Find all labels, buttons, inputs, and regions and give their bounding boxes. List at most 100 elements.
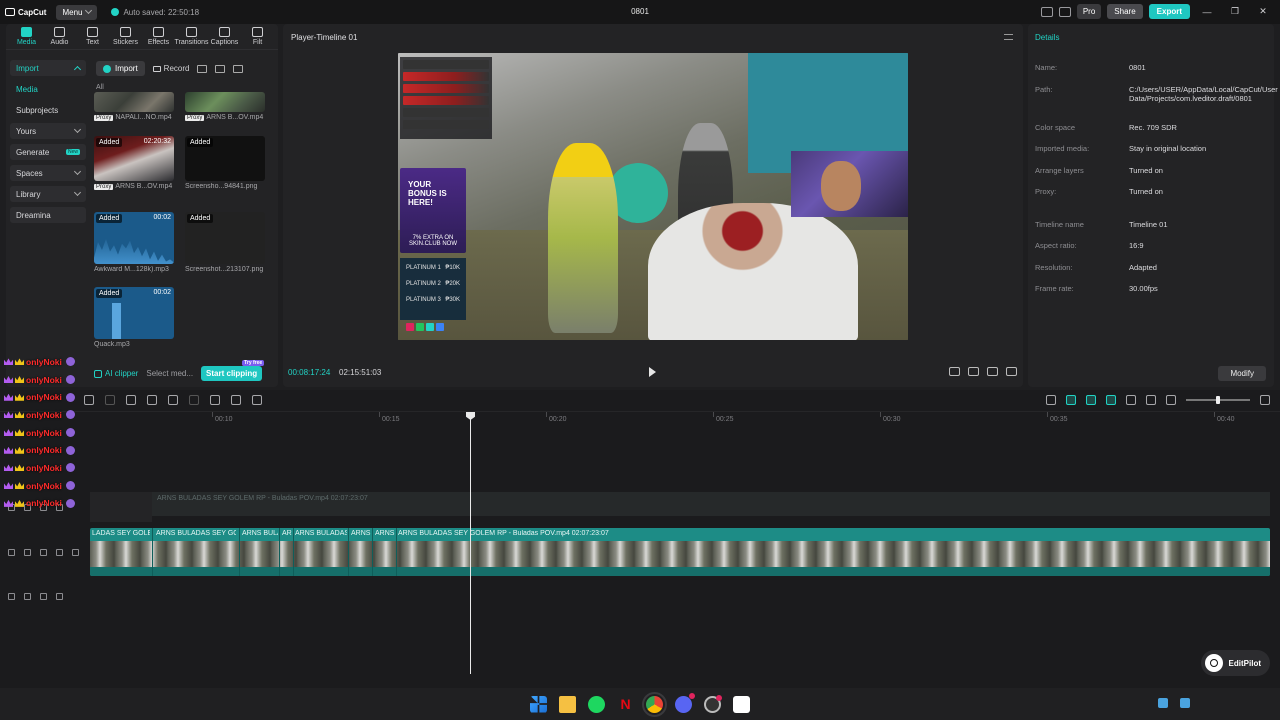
snap-icon[interactable] xyxy=(1086,395,1096,405)
redo-icon[interactable] xyxy=(105,395,115,405)
media-card[interactable]: Proxy ARNS B...OV.mp4 xyxy=(185,92,265,121)
editpilot-button[interactable]: EditPilot xyxy=(1200,650,1270,676)
discord-icon[interactable] xyxy=(675,692,695,713)
zoom-in-icon[interactable] xyxy=(1260,395,1270,405)
preview-axis-icon[interactable] xyxy=(1106,395,1116,405)
security-icon[interactable] xyxy=(1180,698,1190,708)
crop-icon[interactable] xyxy=(231,395,241,405)
netflix-icon[interactable]: N xyxy=(617,696,634,713)
filter-icon[interactable] xyxy=(233,64,244,73)
share-button[interactable]: Share xyxy=(1107,4,1143,19)
clip-cut[interactable] xyxy=(279,528,280,576)
shortcuts-icon[interactable] xyxy=(1058,6,1071,17)
player-menu-icon[interactable] xyxy=(1004,34,1013,40)
maximize-icon[interactable]: ❐ xyxy=(1224,6,1246,17)
media-card[interactable]: Added Screensho...94841.png xyxy=(185,136,265,190)
split-right-icon[interactable] xyxy=(168,395,178,405)
nav-dreamina[interactable]: Dreamina xyxy=(10,207,86,223)
filter-all-label[interactable]: All xyxy=(96,84,104,91)
more-icon[interactable] xyxy=(56,593,63,600)
export-button[interactable]: Export xyxy=(1148,4,1190,19)
menu-button[interactable]: Menu xyxy=(56,4,98,20)
video-preview[interactable]: YOUR BONUS IS HERE! 7% EXTRA ON SKIN.CLU… xyxy=(398,53,908,340)
media-card[interactable]: Added 00:02 Quack.mp3 xyxy=(94,287,174,348)
clip-cut[interactable] xyxy=(348,528,349,576)
tab-stickers[interactable]: Stickers xyxy=(109,27,142,49)
capcut-taskbar-icon[interactable] xyxy=(733,695,750,713)
microphone-icon[interactable] xyxy=(1046,395,1056,405)
caption-icon[interactable] xyxy=(1146,395,1156,405)
clip-cut[interactable] xyxy=(293,528,294,576)
media-card[interactable]: Added 00:02 Awkward M...128k).mp3 xyxy=(94,212,174,273)
link-icon[interactable] xyxy=(1066,395,1076,405)
record-button[interactable]: Record xyxy=(152,64,189,73)
delete-icon[interactable] xyxy=(189,395,199,405)
nav-spaces[interactable]: Spaces xyxy=(10,165,86,181)
split-left-icon[interactable] xyxy=(147,395,157,405)
tab-filters[interactable]: Filt xyxy=(241,27,274,49)
nav-media[interactable]: Media xyxy=(10,81,86,97)
marker-icon[interactable] xyxy=(210,395,220,405)
tab-label: Text xyxy=(86,39,99,46)
playhead[interactable] xyxy=(470,412,471,674)
audio-icon[interactable] xyxy=(56,549,63,556)
import-button[interactable]: Import xyxy=(96,61,145,76)
start-icon[interactable] xyxy=(530,695,547,713)
nav-library[interactable]: Library xyxy=(10,186,86,202)
eye-icon[interactable] xyxy=(40,549,47,556)
nav-subprojects[interactable]: Subprojects xyxy=(10,102,86,118)
tab-effects[interactable]: Effects xyxy=(142,27,175,49)
timeline-ruler[interactable]: 00:10 00:15 00:20 00:25 00:30 00:35 00:40 xyxy=(90,412,1280,428)
start-clipping-button[interactable]: Start clipping Try free xyxy=(201,360,265,381)
main-video-clip[interactable]: LADAS SEY GOLEM ARNS BULADAS SEY GOLEM A… xyxy=(90,528,1270,576)
clip-cut[interactable] xyxy=(396,528,397,576)
clip-cut[interactable] xyxy=(239,528,240,576)
ai-clipper-button[interactable]: AI clipper xyxy=(94,369,138,378)
media-card[interactable]: Added Screenshot...213107.png xyxy=(185,212,265,273)
preview-mode-icon[interactable] xyxy=(1126,395,1136,405)
tab-media[interactable]: Media xyxy=(10,27,43,49)
clip-cut[interactable] xyxy=(372,528,373,576)
pro-button[interactable]: Pro xyxy=(1076,4,1102,19)
tab-transitions[interactable]: Transitions xyxy=(175,27,209,49)
tab-captions[interactable]: Captions xyxy=(208,27,241,49)
focus-icon[interactable] xyxy=(968,367,979,376)
obs-icon[interactable] xyxy=(704,694,722,713)
minimize-icon[interactable]: — xyxy=(1196,7,1218,17)
draw-icon[interactable] xyxy=(252,395,262,405)
audio-icon[interactable] xyxy=(40,593,47,600)
file-explorer-icon[interactable] xyxy=(559,695,576,713)
media-card[interactable]: Added 02:20:32 Proxy ARNS B...OV.mp4 xyxy=(94,136,174,190)
ratio-icon[interactable] xyxy=(987,367,998,376)
split-icon[interactable] xyxy=(126,395,136,405)
play-icon[interactable] xyxy=(649,367,656,377)
chrome-icon[interactable] xyxy=(642,691,667,717)
ghost-clip[interactable]: ARNS BULADAS SEY GOLEM RP - Buladas POV.… xyxy=(152,492,1270,516)
zoom-slider[interactable] xyxy=(1186,396,1250,404)
more-icon[interactable] xyxy=(72,549,79,556)
nav-yours[interactable]: Yours xyxy=(10,123,86,139)
media-card[interactable]: Proxy ProxyNAPALI...NO.mp4 xyxy=(94,92,174,121)
cover-icon[interactable] xyxy=(8,549,15,556)
spotify-icon[interactable] xyxy=(588,695,605,713)
fullscreen-icon[interactable] xyxy=(1006,367,1017,376)
network-icon[interactable] xyxy=(1158,698,1168,708)
zoom-handle[interactable] xyxy=(1216,396,1220,404)
tab-audio[interactable]: Audio xyxy=(43,27,76,49)
nav-import[interactable]: Import xyxy=(10,60,86,76)
timecode-icon[interactable] xyxy=(949,367,960,376)
layout-icon[interactable] xyxy=(1040,6,1053,17)
ruler-tick xyxy=(1047,412,1048,417)
lock-icon[interactable] xyxy=(24,593,31,600)
nav-generate[interactable]: Generate New xyxy=(10,144,86,160)
undo-icon[interactable] xyxy=(84,395,94,405)
lock-icon[interactable] xyxy=(24,549,31,556)
detail-key: Frame rate: xyxy=(1035,284,1074,293)
modify-button[interactable]: Modify xyxy=(1218,366,1266,381)
tab-text[interactable]: Text xyxy=(76,27,109,49)
grid-view-icon[interactable] xyxy=(197,64,208,73)
close-icon[interactable]: ✕ xyxy=(1252,6,1274,17)
sort-icon[interactable] xyxy=(215,64,226,73)
zoom-out-icon[interactable] xyxy=(1166,395,1176,405)
clip-cut[interactable] xyxy=(152,528,153,576)
